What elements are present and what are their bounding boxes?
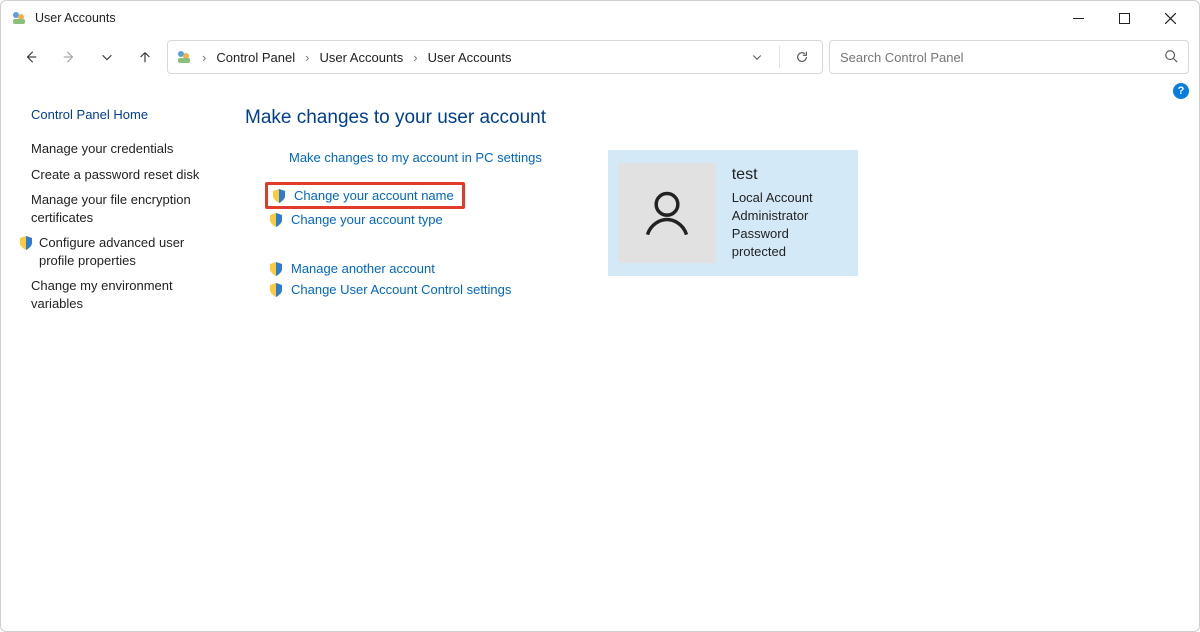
address-dropdown-button[interactable] — [743, 43, 771, 71]
sidebar-link-label: Change my environment variables — [31, 277, 211, 312]
search-input[interactable] — [840, 50, 1156, 65]
titlebar: User Accounts — [1, 1, 1199, 35]
back-button[interactable] — [15, 41, 47, 73]
action-link-label: Make changes to my account in PC setting… — [289, 150, 542, 165]
chevron-right-icon[interactable]: › — [301, 50, 313, 65]
refresh-button[interactable] — [788, 43, 816, 71]
forward-button[interactable] — [53, 41, 85, 73]
maximize-button[interactable] — [1101, 2, 1147, 34]
sidebar: Control Panel Home Manage your credentia… — [15, 99, 215, 316]
avatar — [618, 163, 716, 263]
sidebar-link-label: Manage your file encryption certificates — [31, 191, 211, 226]
close-button[interactable] — [1147, 2, 1193, 34]
sidebar-link-manage-credentials[interactable]: Manage your credentials — [19, 136, 215, 162]
search-icon[interactable] — [1164, 49, 1178, 66]
action-link-label: Change your account name — [294, 188, 454, 203]
account-role: Administrator — [732, 207, 844, 225]
current-account-card: test Local Account Administrator Passwor… — [608, 150, 858, 276]
action-link-label: Manage another account — [291, 261, 435, 276]
content-area: Control Panel Home Manage your credentia… — [1, 99, 1199, 330]
user-accounts-app-icon — [11, 10, 27, 26]
sidebar-link-advanced-profile[interactable]: Configure advanced user profile properti… — [19, 230, 215, 273]
sidebar-link-label: Create a password reset disk — [31, 166, 199, 184]
link-change-uac-settings[interactable]: Change User Account Control settings — [265, 279, 515, 300]
address-bar[interactable]: › Control Panel › User Accounts › User A… — [167, 40, 823, 74]
shield-icon — [269, 262, 283, 276]
link-change-account-name[interactable]: Change your account name — [265, 182, 465, 209]
link-pc-settings[interactable]: Make changes to my account in PC setting… — [265, 147, 546, 168]
window-title: User Accounts — [35, 11, 116, 25]
link-manage-another-account[interactable]: Manage another account — [265, 258, 439, 279]
sidebar-link-label: Configure advanced user profile properti… — [39, 234, 211, 269]
chevron-right-icon[interactable]: › — [198, 50, 210, 65]
shield-icon — [19, 236, 33, 250]
toolbar: › Control Panel › User Accounts › User A… — [1, 35, 1199, 79]
sidebar-link-password-reset-disk[interactable]: Create a password reset disk — [19, 162, 215, 188]
action-link-label: Change your account type — [291, 212, 443, 227]
chevron-right-icon[interactable]: › — [409, 50, 421, 65]
breadcrumb-item[interactable]: Control Panel — [216, 50, 295, 65]
window-controls — [1055, 2, 1199, 34]
sidebar-link-file-encryption-certs[interactable]: Manage your file encryption certificates — [19, 187, 215, 230]
account-type: Local Account — [732, 189, 844, 207]
shield-icon — [272, 189, 286, 203]
search-bar[interactable] — [829, 40, 1189, 74]
account-name: test — [732, 164, 844, 186]
user-icon — [641, 187, 693, 239]
action-link-label: Change User Account Control settings — [291, 282, 511, 297]
sidebar-link-env-vars[interactable]: Change my environment variables — [19, 273, 215, 316]
shield-icon — [269, 213, 283, 227]
sidebar-link-label: Manage your credentials — [31, 140, 173, 158]
minimize-button[interactable] — [1055, 2, 1101, 34]
link-change-account-type[interactable]: Change your account type — [265, 209, 447, 230]
account-protection: Password protected — [732, 225, 844, 261]
account-details: test Local Account Administrator Passwor… — [732, 164, 844, 261]
user-accounts-path-icon — [176, 49, 192, 65]
up-button[interactable] — [129, 41, 161, 73]
sidebar-heading[interactable]: Control Panel Home — [19, 107, 215, 122]
recent-locations-button[interactable] — [91, 41, 123, 73]
shield-icon — [269, 283, 283, 297]
help-button[interactable]: ? — [1173, 83, 1189, 99]
breadcrumb-item[interactable]: User Accounts — [428, 50, 512, 65]
breadcrumb-item[interactable]: User Accounts — [319, 50, 403, 65]
page-heading: Make changes to your user account — [245, 107, 1185, 129]
